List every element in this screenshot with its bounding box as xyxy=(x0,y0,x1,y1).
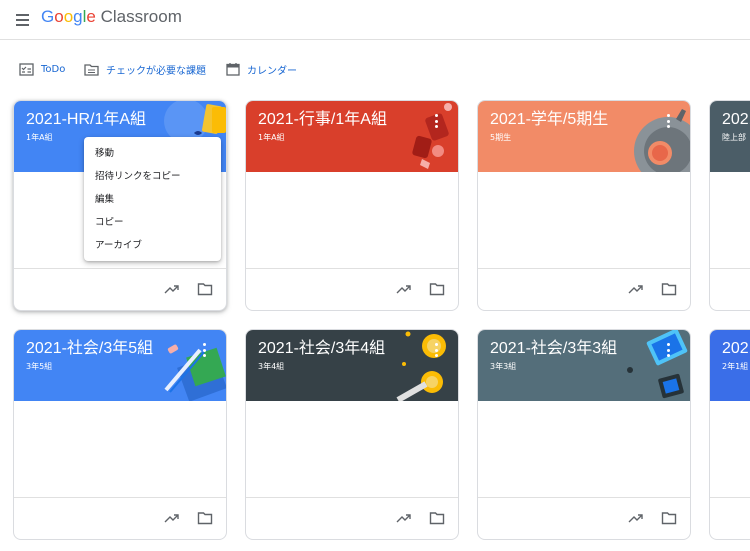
class-card[interactable]: 2021-社会/3年4組 3年4組 xyxy=(245,329,459,540)
card-banner[interactable]: 2021-行事/1年A組 1年A組 xyxy=(246,101,458,172)
todo-link[interactable]: ToDo xyxy=(19,56,65,82)
card-banner-illustration xyxy=(412,103,452,169)
card-banner-illustration xyxy=(627,330,688,399)
classroom-app: Google Classroom ToDo チェックが必要な課題 カレンダー 2… xyxy=(0,0,750,551)
todo-label: ToDo xyxy=(41,63,66,75)
class-title[interactable]: 2021-社会/3年3組 xyxy=(490,339,617,359)
class-section: 1年A組 xyxy=(26,133,53,142)
trending-up-icon[interactable] xyxy=(628,282,644,296)
class-section: 3年5組 xyxy=(26,362,53,371)
card-context-menu: 移動 招待リンクをコピー 編集 コピー アーカイブ xyxy=(84,137,221,261)
trending-up-icon[interactable] xyxy=(164,511,180,525)
more-vert-icon[interactable] xyxy=(435,343,439,357)
calendar-label: カレンダー xyxy=(247,65,297,77)
class-card[interactable]: 2021-社会/3年5組 3年5組 xyxy=(13,329,227,540)
menu-item-move[interactable]: 移動 xyxy=(84,142,221,165)
trending-up-icon[interactable] xyxy=(396,511,412,525)
class-section: 陸上部 xyxy=(722,133,746,142)
card-banner-illustration xyxy=(396,331,446,401)
more-vert-icon[interactable] xyxy=(667,343,671,357)
calendar-icon xyxy=(226,63,240,76)
folder-icon[interactable] xyxy=(429,282,445,296)
more-vert-icon[interactable] xyxy=(435,114,439,128)
menu-item-copy[interactable]: コピー xyxy=(84,211,221,234)
logo-google-text: Google xyxy=(41,7,96,26)
toolbar: ToDo チェックが必要な課題 カレンダー xyxy=(0,56,750,82)
calendar-link[interactable]: カレンダー xyxy=(226,56,297,82)
class-title[interactable]: 2021-学年/5期生 xyxy=(490,110,608,130)
class-card[interactable]: 2021 2年1組 xyxy=(709,329,750,540)
class-section: 5期生 xyxy=(490,133,512,142)
class-title[interactable]: 2021-社会/3年4組 xyxy=(258,339,385,359)
google-classroom-logo[interactable]: Google Classroom xyxy=(41,7,182,27)
card-footer xyxy=(478,268,690,310)
class-section: 2年1組 xyxy=(722,362,749,371)
more-vert-icon[interactable] xyxy=(667,114,671,128)
card-footer xyxy=(246,497,458,539)
review-link[interactable]: チェックが必要な課題 xyxy=(84,56,206,82)
class-card[interactable]: 2021-社会/3年3組 3年3組 xyxy=(477,329,691,540)
more-vert-icon[interactable] xyxy=(203,343,207,357)
class-title[interactable]: 2021 xyxy=(722,110,750,130)
folder-review-icon xyxy=(84,63,99,76)
card-footer xyxy=(478,497,690,539)
card-footer xyxy=(14,497,226,539)
top-app-bar: Google Classroom xyxy=(0,0,750,40)
class-title[interactable]: 2021-HR/1年A組 xyxy=(26,110,146,130)
folder-icon[interactable] xyxy=(661,511,677,525)
card-banner-illustration xyxy=(164,344,226,401)
class-card[interactable]: 2021 陸上部 xyxy=(709,100,750,311)
hamburger-menu-icon[interactable] xyxy=(10,8,34,32)
folder-icon[interactable] xyxy=(197,282,213,296)
trending-up-icon[interactable] xyxy=(164,282,180,296)
folder-icon[interactable] xyxy=(661,282,677,296)
logo-classroom-text: Classroom xyxy=(100,7,182,26)
card-banner[interactable]: 2021-社会/3年3組 3年3組 xyxy=(478,330,690,401)
card-banner[interactable]: 2021 陸上部 xyxy=(710,101,750,172)
trending-up-icon[interactable] xyxy=(628,511,644,525)
class-title[interactable]: 2021-社会/3年5組 xyxy=(26,339,153,359)
review-label: チェックが必要な課題 xyxy=(106,65,206,77)
card-footer xyxy=(14,268,226,310)
card-banner[interactable]: 2021-社会/3年5組 3年5組 xyxy=(14,330,226,401)
trending-up-icon[interactable] xyxy=(396,282,412,296)
menu-item-archive[interactable]: アーカイブ xyxy=(84,234,221,257)
card-footer xyxy=(710,268,750,310)
folder-icon[interactable] xyxy=(197,511,213,525)
folder-icon[interactable] xyxy=(429,511,445,525)
menu-item-edit[interactable]: 編集 xyxy=(84,188,221,211)
class-title[interactable]: 2021 xyxy=(722,339,750,359)
todo-list-icon xyxy=(19,62,34,76)
class-card[interactable]: 2021-学年/5期生 5期生 xyxy=(477,100,691,311)
class-card[interactable]: 2021-行事/1年A組 1年A組 xyxy=(245,100,459,311)
card-banner[interactable]: 2021 2年1組 xyxy=(710,330,750,401)
card-footer xyxy=(246,268,458,310)
card-footer xyxy=(710,497,750,539)
card-banner[interactable]: 2021-学年/5期生 5期生 xyxy=(478,101,690,172)
class-section: 3年4組 xyxy=(258,362,285,371)
class-section: 3年3組 xyxy=(490,362,517,371)
card-banner-illustration xyxy=(634,109,690,172)
class-title[interactable]: 2021-行事/1年A組 xyxy=(258,110,387,130)
menu-item-copy-invite-link[interactable]: 招待リンクをコピー xyxy=(84,165,221,188)
class-section: 1年A組 xyxy=(258,133,285,142)
card-banner[interactable]: 2021-社会/3年4組 3年4組 xyxy=(246,330,458,401)
